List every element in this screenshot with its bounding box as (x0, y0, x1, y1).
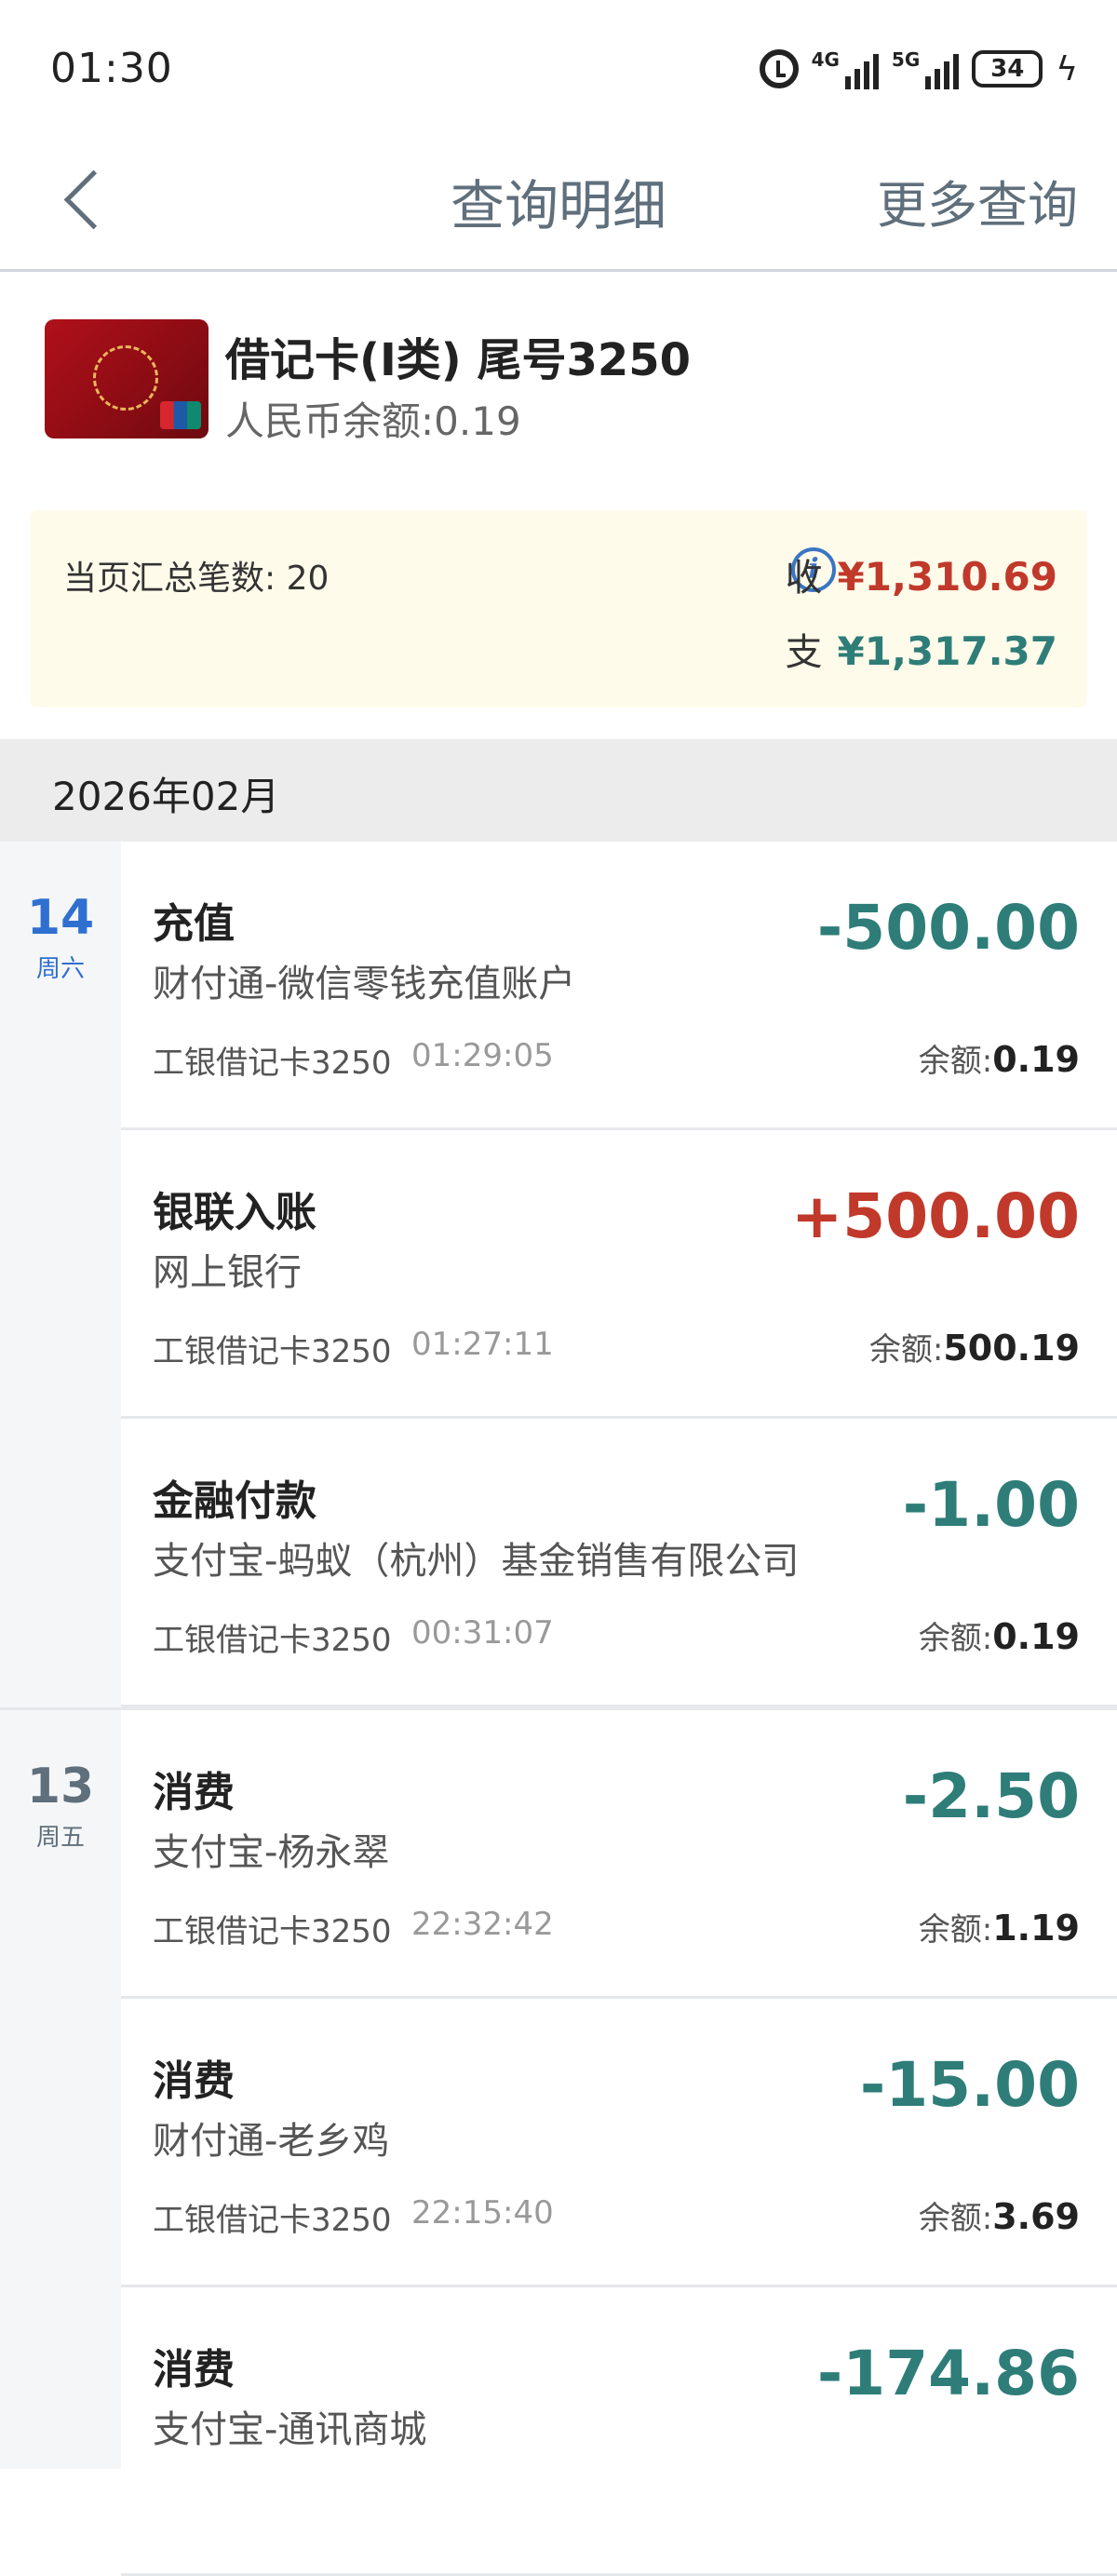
transaction-amount: -174.86 (816, 2338, 1080, 2409)
card-image (45, 319, 209, 438)
transaction-balance: 余额:0.19 (919, 1035, 1080, 1081)
card-balance: 人民币余额:0.19 (225, 398, 521, 444)
day-number: 13 (26, 1759, 95, 1814)
day-label: 13 周五 (0, 1759, 121, 1853)
transaction-type: 金融付款 (153, 1477, 316, 1525)
transaction-row[interactable]: 银联入账网上银行工银借记卡3250 01:27:11 +500.00 余额:500.1… (121, 1130, 1117, 1419)
balance-value: 0.19 (992, 1616, 1080, 1657)
transaction-party: 财付通-老乡鸡 (153, 2120, 390, 2163)
income-amount: ¥1,310.69 (837, 554, 1057, 600)
day-weekday: 周六 (35, 955, 85, 983)
day-group: 13 周五 消费 支付宝-杨永翠 工银借记卡3250 22:32:42 -2.50 余额:1.… (0, 1707, 1117, 2576)
balance-label: 余额: (918, 1043, 993, 1080)
transaction-party: 网上银行 (153, 1251, 302, 1294)
balance-label: 余额: (868, 1331, 944, 1369)
transaction-amount: +500.00 (791, 1180, 1080, 1252)
transaction-type: 消费 (153, 2057, 235, 2105)
transaction-type: 银联入账 (153, 1189, 316, 1236)
balance-label: 余额: (918, 1620, 993, 1657)
card-tree-graphic (93, 345, 158, 411)
transaction-card: 工银借记卡3250 (153, 2202, 392, 2239)
balance-value: 500.19 (943, 1328, 1080, 1369)
card-info[interactable]: 借记卡(I类) 尾号3250 人民币余额:0.19 (0, 275, 1117, 498)
signal-5g-icon: 5G (892, 48, 960, 89)
alarm-icon (759, 49, 799, 88)
day-weekday: 周五 (35, 1824, 85, 1852)
transaction-time: 00:31:07 (411, 1614, 554, 1652)
transaction-balance: 余额:3.69 (919, 2192, 1080, 2238)
card-name: 借记卡(I类) 尾号3250 (225, 334, 692, 386)
transaction-amount: -1.00 (902, 1469, 1080, 1541)
transaction-card: 工银借记卡3250 (153, 1045, 392, 1082)
transaction-row[interactable]: 金融付款支付宝-蚂蚁（杭州）基金销售有限公司工银借记卡3250 00:31:07 -… (121, 1419, 1117, 1707)
expense-amount: ¥1,317.37 (837, 628, 1057, 674)
summary-income: 收 ¥1,310.69 (786, 547, 1057, 601)
day-group: 14 周六 充值财付通-微信零钱充值账户工银借记卡3250 01:29:05 -500.… (0, 842, 1117, 1707)
transaction-card: 工银借记卡3250 (153, 1333, 392, 1370)
transaction-balance: 余额:0.19 (919, 1612, 1080, 1658)
transaction-type: 消费 (153, 2346, 235, 2394)
income-label: 收 (785, 557, 823, 600)
transaction-card: 工银借记卡3250 (153, 1913, 392, 1950)
status-time: 01:30 (50, 45, 173, 92)
transaction-amount: -15.00 (859, 2049, 1080, 2121)
balance-value: 1.19 (992, 1908, 1080, 1949)
transaction-amount: -2.50 (902, 1760, 1080, 1832)
battery-icon: 34 (972, 50, 1043, 88)
transaction-party: 支付宝-通讯商城 (153, 2408, 427, 2451)
balance-value: 3.69 (992, 2196, 1080, 2237)
transaction-amount: -500.00 (816, 892, 1080, 964)
transaction-row[interactable]: 充值财付通-微信零钱充值账户工银借记卡3250 01:29:05 -500.00 余额… (121, 842, 1117, 1130)
transaction-time: 01:27:11 (411, 1326, 554, 1363)
transaction-list: 14 周六 充值财付通-微信零钱充值账户工银借记卡3250 01:29:05 -500.… (0, 842, 1117, 2576)
signal-4g-icon: 4G (812, 48, 879, 89)
summary-expense: 支 ¥1,317.37 (786, 622, 1057, 676)
month-header: 2026年02月 (0, 739, 1117, 842)
transaction-balance: 余额:1.19 (919, 1904, 1080, 1949)
charging-icon: ϟ (1056, 49, 1078, 88)
unionpay-logo-icon (160, 401, 201, 429)
transaction-party: 支付宝-蚂蚁（杭州）基金销售有限公司 (153, 1540, 800, 1583)
balance-label: 余额: (918, 1911, 993, 1949)
expense-label: 支 (785, 631, 823, 674)
month-label: 2026年02月 (52, 774, 280, 819)
summary-count: 当页汇总笔数: 20 (63, 560, 330, 598)
transaction-row[interactable]: 消费支付宝-杨永翠工银借记卡3250 22:32:42 -2.50 余额:1.19 (121, 1710, 1117, 1999)
status-icons: 4G 5G 34 ϟ (759, 48, 1078, 89)
day-number: 14 (26, 890, 95, 946)
nav-header: 查询明细 更多查询 (0, 140, 1117, 272)
transaction-row[interactable]: 消费支付宝-通讯商城 -174.86 (121, 2287, 1117, 2576)
more-query-button[interactable]: 更多查询 (877, 164, 1078, 237)
transaction-party: 财付通-微信零钱充值账户 (153, 963, 576, 1005)
transaction-time: 22:32:42 (411, 1906, 554, 1943)
status-bar: 01:30 4G 5G 34 ϟ (0, 0, 1117, 140)
transaction-party: 支付宝-杨永翠 (153, 1831, 390, 1874)
transaction-time: 22:15:40 (411, 2194, 554, 2232)
transaction-type: 充值 (153, 900, 235, 948)
balance-value: 0.19 (992, 1039, 1080, 1080)
page-summary: 当页汇总笔数: 20 i 收 ¥1,310.69 支 ¥1,317.37 (30, 510, 1087, 708)
day-label: 14 周六 (0, 890, 121, 984)
transaction-row[interactable]: 消费财付通-老乡鸡工银借记卡3250 22:15:40 -15.00 余额:3.69 (121, 1999, 1117, 2287)
transaction-time: 01:29:05 (411, 1037, 554, 1074)
transaction-type: 消费 (153, 1769, 235, 1816)
balance-label: 余额: (918, 2200, 993, 2237)
transaction-balance: 余额:500.19 (869, 1324, 1080, 1369)
transaction-card: 工银借记卡3250 (153, 1622, 392, 1659)
